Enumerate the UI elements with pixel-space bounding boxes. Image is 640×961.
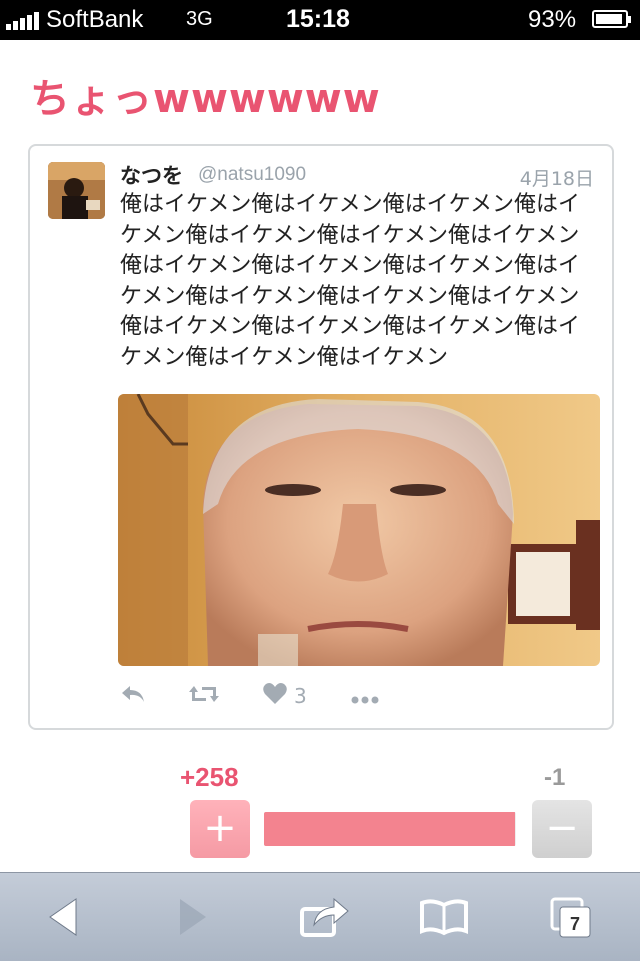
- upvote-button[interactable]: +: [190, 800, 250, 858]
- heart-icon[interactable]: [262, 682, 288, 710]
- more-icon[interactable]: [350, 690, 380, 709]
- downvote-button[interactable]: −: [532, 800, 592, 858]
- tabs-icon[interactable]: 7: [548, 895, 596, 939]
- avatar[interactable]: [48, 162, 105, 219]
- tweet-photo[interactable]: [118, 394, 600, 666]
- page-title: ちょっwwwwww: [30, 76, 381, 122]
- battery-percentage: 93%: [528, 6, 577, 33]
- carrier-name: SoftBank: [46, 6, 144, 33]
- back-icon[interactable]: [42, 895, 90, 939]
- tweet-text: 俺はイケメン俺はイケメン俺はイケメン俺はイケメン俺はイケメン俺はイケメン俺はイケ…: [120, 192, 581, 370]
- battery-icon: [592, 10, 631, 28]
- browser-toolbar: 7: [0, 872, 640, 961]
- status-bar: SoftBank 3G 15:18 93%: [0, 0, 640, 40]
- vote-ratio-fill: [264, 812, 515, 846]
- embedded-tweet-card[interactable]: なつを @natsu1090 4月18日 俺はイケメン俺はイケメン俺はイケメン俺…: [28, 144, 614, 730]
- reply-icon[interactable]: [120, 682, 146, 710]
- forward-icon[interactable]: [168, 895, 216, 939]
- bookmarks-icon[interactable]: [418, 895, 468, 939]
- network-type: 3G: [186, 8, 213, 30]
- likes-count: 3: [294, 684, 307, 708]
- status-time: 15:18: [286, 5, 350, 33]
- tweet-actions: 3: [120, 682, 420, 712]
- upvote-count: +258: [180, 762, 239, 792]
- tweet-author-handle[interactable]: @natsu1090: [198, 164, 306, 186]
- tweet-date[interactable]: 4月18日: [520, 164, 594, 191]
- downvote-count: -1: [544, 764, 566, 791]
- retweet-icon[interactable]: [188, 682, 220, 710]
- tabs-count: 7: [570, 914, 580, 934]
- signal-strength-icon: [6, 12, 39, 30]
- vote-ratio-bar: [264, 812, 516, 846]
- tweet-author-name[interactable]: なつを: [120, 160, 183, 190]
- share-icon[interactable]: [298, 895, 349, 939]
